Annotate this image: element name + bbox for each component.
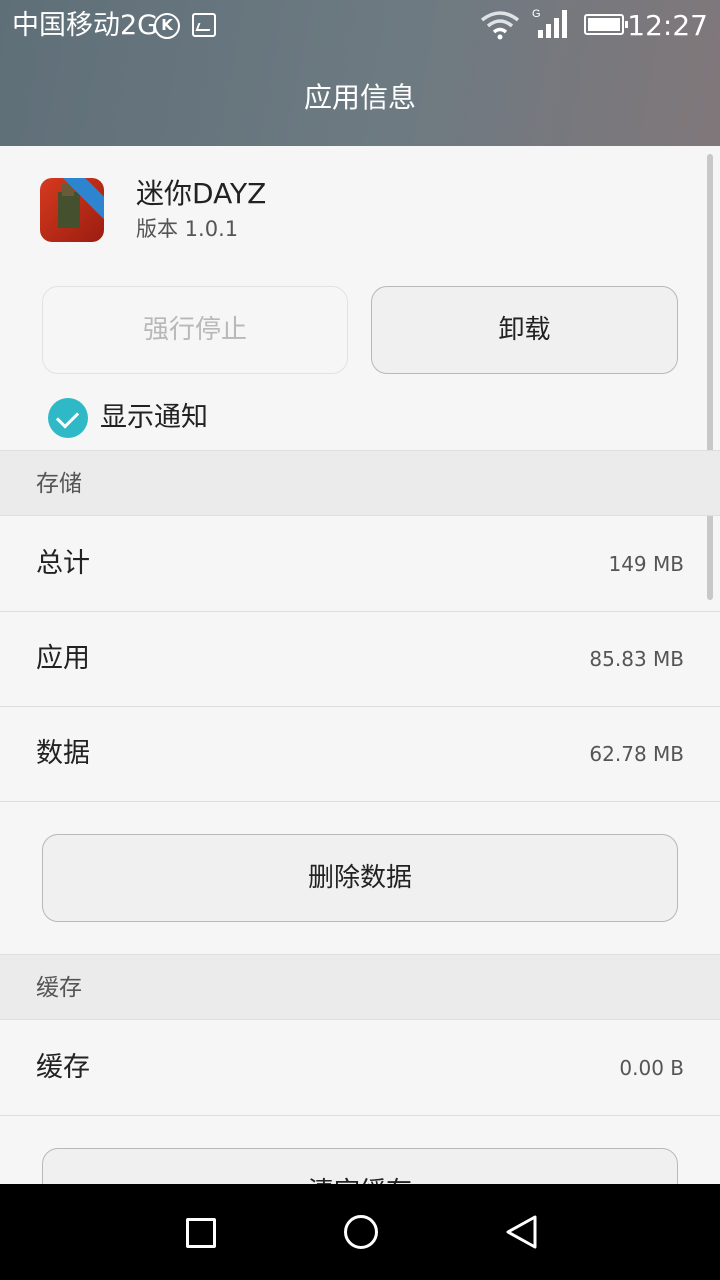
app-icon — [40, 178, 104, 242]
status-bar: 中国移动2G K G 12:27 — [0, 0, 720, 52]
row-label: 总计 — [36, 548, 90, 579]
storage-section-header: 存储 — [0, 450, 720, 516]
carrier-name: 中国移动2G — [12, 10, 159, 41]
checkbox-checked-icon[interactable] — [48, 398, 88, 438]
clock: 12:27 — [627, 9, 708, 42]
clear-cache-button[interactable]: 清空缓存 — [42, 1148, 678, 1184]
k-icon: K — [154, 13, 180, 39]
clear-data-button[interactable]: 删除数据 — [42, 834, 678, 922]
app-version: 版本 1.0.1 — [136, 217, 239, 241]
image-icon — [192, 13, 216, 37]
storage-row-total: 总计 149 MB — [0, 517, 720, 612]
row-value: 0.00 B — [619, 1056, 684, 1080]
row-label: 数据 — [36, 738, 90, 769]
storage-row-app: 应用 85.83 MB — [0, 612, 720, 707]
battery-icon — [584, 14, 628, 35]
force-stop-button[interactable]: 强行停止 — [42, 286, 348, 374]
home-icon[interactable] — [344, 1215, 378, 1249]
section-title: 缓存 — [36, 975, 82, 1001]
storage-row-data: 数据 62.78 MB — [0, 707, 720, 802]
app-info-content[interactable]: 迷你DAYZ 版本 1.0.1 强行停止 卸载 显示通知 存储 总计 149 M… — [0, 146, 720, 1184]
section-title: 存储 — [36, 471, 82, 497]
row-value: 62.78 MB — [589, 742, 684, 766]
cache-section-header: 缓存 — [0, 954, 720, 1020]
network-type-label: G — [532, 8, 541, 20]
wifi-icon — [480, 11, 520, 40]
navigation-bar — [0, 1184, 720, 1280]
page-title: 应用信息 — [303, 81, 416, 114]
row-value: 149 MB — [608, 552, 684, 576]
signal-icon: G — [532, 8, 567, 38]
app-name: 迷你DAYZ — [136, 177, 267, 210]
row-value: 85.83 MB — [589, 647, 684, 671]
back-icon[interactable] — [504, 1214, 540, 1250]
uninstall-button[interactable]: 卸载 — [371, 286, 678, 374]
recent-apps-icon[interactable] — [186, 1218, 216, 1248]
top-bar: 中国移动2G K G 12:27 应用信息 — [0, 0, 720, 146]
row-label: 应用 — [36, 643, 90, 674]
show-notifications-label[interactable]: 显示通知 — [100, 398, 208, 438]
cache-row: 缓存 0.00 B — [0, 1021, 720, 1116]
row-label: 缓存 — [36, 1052, 90, 1083]
